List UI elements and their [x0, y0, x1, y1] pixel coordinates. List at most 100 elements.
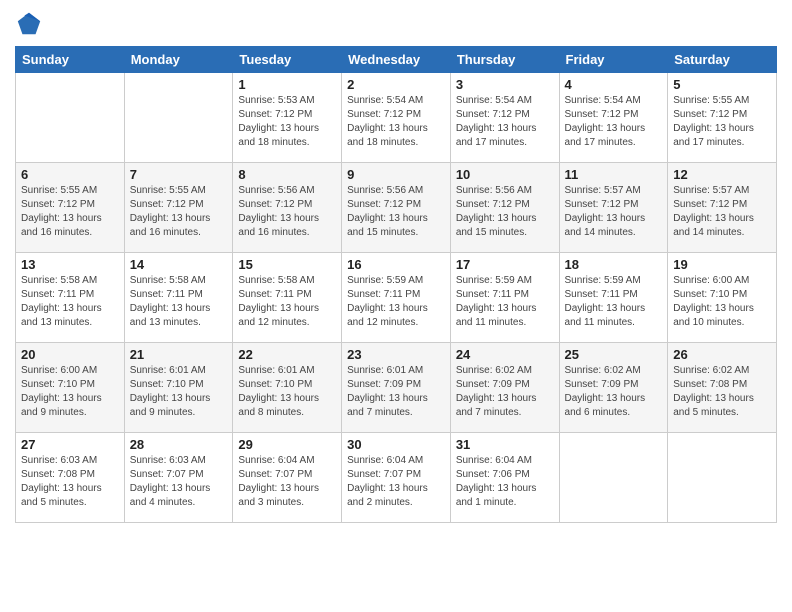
calendar-cell: 24 Sunrise: 6:02 AM Sunset: 7:09 PM Dayli…	[450, 343, 559, 433]
day-info: Sunrise: 5:54 AM Sunset: 7:12 PM Dayligh…	[456, 94, 554, 150]
day-info: Sunrise: 5:58 AM Sunset: 7:11 PM Dayligh…	[130, 274, 228, 330]
day-info: Sunrise: 6:01 AM Sunset: 7:10 PM Dayligh…	[130, 364, 228, 420]
calendar-cell: 6 Sunrise: 5:55 AM Sunset: 7:12 PM Daylig…	[16, 163, 125, 253]
day-info: Sunrise: 5:59 AM Sunset: 7:11 PM Dayligh…	[456, 274, 554, 330]
day-info: Sunrise: 6:02 AM Sunset: 7:09 PM Dayligh…	[456, 364, 554, 420]
day-info: Sunrise: 6:04 AM Sunset: 7:06 PM Dayligh…	[456, 454, 554, 510]
day-number: 29	[238, 437, 336, 452]
day-number: 28	[130, 437, 228, 452]
calendar-week-1: 1 Sunrise: 5:53 AM Sunset: 7:12 PM Daylig…	[16, 73, 777, 163]
calendar-cell: 17Sunrise: 5:59 AM Sunset: 7:11 PM Dayli…	[450, 253, 559, 343]
day-number: 3	[456, 77, 554, 92]
calendar-cell: 7 Sunrise: 5:55 AM Sunset: 7:12 PM Daylig…	[124, 163, 233, 253]
day-info: Sunrise: 6:01 AM Sunset: 7:10 PM Dayligh…	[238, 364, 336, 420]
day-number: 9	[347, 167, 445, 182]
day-info: Sunrise: 5:57 AM Sunset: 7:12 PM Dayligh…	[673, 184, 771, 240]
calendar-week-4: 20Sunrise: 6:00 AM Sunset: 7:10 PM Dayli…	[16, 343, 777, 433]
day-number: 31	[456, 437, 554, 452]
calendar-cell: 11Sunrise: 5:57 AM Sunset: 7:12 PM Dayli…	[559, 163, 668, 253]
calendar-cell: 29 Sunrise: 6:04 AM Sunset: 7:07 PM Dayli…	[233, 433, 342, 523]
day-number: 16	[347, 257, 445, 272]
day-info: Sunrise: 5:56 AM Sunset: 7:12 PM Dayligh…	[456, 184, 554, 240]
day-info: Sunrise: 5:54 AM Sunset: 7:12 PM Dayligh…	[565, 94, 663, 150]
day-info: Sunrise: 5:59 AM Sunset: 7:11 PM Dayligh…	[347, 274, 445, 330]
calendar-cell: 28 Sunrise: 6:03 AM Sunset: 7:07 PM Dayli…	[124, 433, 233, 523]
calendar-week-5: 27 Sunrise: 6:03 AM Sunset: 7:08 PM Dayli…	[16, 433, 777, 523]
calendar-table: SundayMondayTuesdayWednesdayThursdayFrid…	[15, 46, 777, 523]
day-info: Sunrise: 5:55 AM Sunset: 7:12 PM Dayligh…	[21, 184, 119, 240]
day-number: 25	[565, 347, 663, 362]
calendar-cell: 22Sunrise: 6:01 AM Sunset: 7:10 PM Dayli…	[233, 343, 342, 433]
calendar-cell: 9 Sunrise: 5:56 AM Sunset: 7:12 PM Daylig…	[342, 163, 451, 253]
calendar-cell	[16, 73, 125, 163]
calendar-cell: 12 Sunrise: 5:57 AM Sunset: 7:12 PM Dayli…	[668, 163, 777, 253]
day-info: Sunrise: 6:04 AM Sunset: 7:07 PM Dayligh…	[238, 454, 336, 510]
day-info: Sunrise: 5:53 AM Sunset: 7:12 PM Dayligh…	[238, 94, 336, 150]
calendar-cell: 19Sunrise: 6:00 AM Sunset: 7:10 PM Dayli…	[668, 253, 777, 343]
day-info: Sunrise: 5:58 AM Sunset: 7:11 PM Dayligh…	[238, 274, 336, 330]
calendar-cell: 8 Sunrise: 5:56 AM Sunset: 7:12 PM Daylig…	[233, 163, 342, 253]
calendar-cell: 30Sunrise: 6:04 AM Sunset: 7:07 PM Dayli…	[342, 433, 451, 523]
day-number: 14	[130, 257, 228, 272]
day-number: 8	[238, 167, 336, 182]
calendar-cell: 15 Sunrise: 5:58 AM Sunset: 7:11 PM Dayli…	[233, 253, 342, 343]
day-number: 21	[130, 347, 228, 362]
day-info: Sunrise: 5:56 AM Sunset: 7:12 PM Dayligh…	[238, 184, 336, 240]
calendar-header-thursday: Thursday	[450, 47, 559, 73]
calendar-header-saturday: Saturday	[668, 47, 777, 73]
calendar-cell: 21 Sunrise: 6:01 AM Sunset: 7:10 PM Dayli…	[124, 343, 233, 433]
calendar-header-friday: Friday	[559, 47, 668, 73]
calendar-header-sunday: Sunday	[16, 47, 125, 73]
calendar-cell: 4 Sunrise: 5:54 AM Sunset: 7:12 PM Daylig…	[559, 73, 668, 163]
calendar-cell	[559, 433, 668, 523]
day-info: Sunrise: 6:03 AM Sunset: 7:08 PM Dayligh…	[21, 454, 119, 510]
day-info: Sunrise: 6:02 AM Sunset: 7:08 PM Dayligh…	[673, 364, 771, 420]
calendar-cell: 16 Sunrise: 5:59 AM Sunset: 7:11 PM Dayli…	[342, 253, 451, 343]
day-number: 4	[565, 77, 663, 92]
day-number: 24	[456, 347, 554, 362]
day-number: 1	[238, 77, 336, 92]
calendar-header-monday: Monday	[124, 47, 233, 73]
day-number: 23	[347, 347, 445, 362]
day-number: 12	[673, 167, 771, 182]
calendar-cell: 31 Sunrise: 6:04 AM Sunset: 7:06 PM Dayli…	[450, 433, 559, 523]
day-info: Sunrise: 5:55 AM Sunset: 7:12 PM Dayligh…	[130, 184, 228, 240]
day-number: 27	[21, 437, 119, 452]
day-number: 26	[673, 347, 771, 362]
calendar-cell: 27 Sunrise: 6:03 AM Sunset: 7:08 PM Dayli…	[16, 433, 125, 523]
calendar-cell: 5Sunrise: 5:55 AM Sunset: 7:12 PM Daylig…	[668, 73, 777, 163]
page-header	[15, 10, 777, 38]
day-info: Sunrise: 6:00 AM Sunset: 7:10 PM Dayligh…	[673, 274, 771, 330]
day-number: 30	[347, 437, 445, 452]
day-info: Sunrise: 6:02 AM Sunset: 7:09 PM Dayligh…	[565, 364, 663, 420]
day-info: Sunrise: 5:56 AM Sunset: 7:12 PM Dayligh…	[347, 184, 445, 240]
day-number: 6	[21, 167, 119, 182]
calendar-header-tuesday: Tuesday	[233, 47, 342, 73]
day-number: 7	[130, 167, 228, 182]
calendar-header-wednesday: Wednesday	[342, 47, 451, 73]
day-info: Sunrise: 5:55 AM Sunset: 7:12 PM Dayligh…	[673, 94, 771, 150]
calendar-cell: 1 Sunrise: 5:53 AM Sunset: 7:12 PM Daylig…	[233, 73, 342, 163]
calendar-cell: 18 Sunrise: 5:59 AM Sunset: 7:11 PM Dayli…	[559, 253, 668, 343]
day-info: Sunrise: 5:54 AM Sunset: 7:12 PM Dayligh…	[347, 94, 445, 150]
day-info: Sunrise: 5:57 AM Sunset: 7:12 PM Dayligh…	[565, 184, 663, 240]
logo	[15, 10, 47, 38]
day-info: Sunrise: 5:58 AM Sunset: 7:11 PM Dayligh…	[21, 274, 119, 330]
calendar-week-2: 6 Sunrise: 5:55 AM Sunset: 7:12 PM Daylig…	[16, 163, 777, 253]
day-info: Sunrise: 5:59 AM Sunset: 7:11 PM Dayligh…	[565, 274, 663, 330]
calendar-cell: 14 Sunrise: 5:58 AM Sunset: 7:11 PM Dayli…	[124, 253, 233, 343]
calendar-body: 1 Sunrise: 5:53 AM Sunset: 7:12 PM Daylig…	[16, 73, 777, 523]
day-number: 20	[21, 347, 119, 362]
calendar-cell: 3 Sunrise: 5:54 AM Sunset: 7:12 PM Daylig…	[450, 73, 559, 163]
logo-icon	[15, 10, 43, 38]
calendar-header-row: SundayMondayTuesdayWednesdayThursdayFrid…	[16, 47, 777, 73]
day-info: Sunrise: 6:01 AM Sunset: 7:09 PM Dayligh…	[347, 364, 445, 420]
calendar-cell: 23 Sunrise: 6:01 AM Sunset: 7:09 PM Dayli…	[342, 343, 451, 433]
calendar-week-3: 13Sunrise: 5:58 AM Sunset: 7:11 PM Dayli…	[16, 253, 777, 343]
day-number: 15	[238, 257, 336, 272]
calendar-cell: 26 Sunrise: 6:02 AM Sunset: 7:08 PM Dayli…	[668, 343, 777, 433]
calendar-cell	[668, 433, 777, 523]
day-number: 18	[565, 257, 663, 272]
day-info: Sunrise: 6:03 AM Sunset: 7:07 PM Dayligh…	[130, 454, 228, 510]
calendar-cell: 25 Sunrise: 6:02 AM Sunset: 7:09 PM Dayli…	[559, 343, 668, 433]
